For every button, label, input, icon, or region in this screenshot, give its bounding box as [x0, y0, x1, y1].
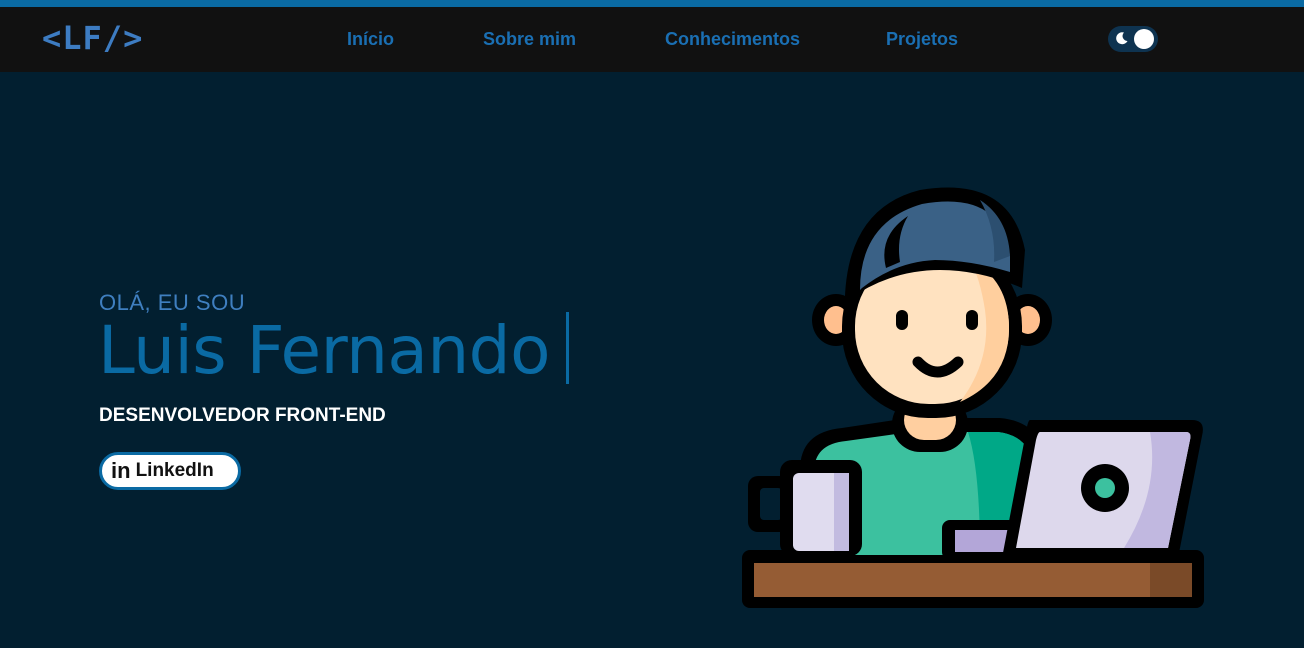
person-head [812, 187, 1052, 418]
toggle-knob [1134, 29, 1154, 49]
hero-role: DESENVOLVEDOR FRONT-END [99, 405, 386, 426]
developer-illustration [742, 187, 1204, 608]
top-accent-bar [0, 0, 1304, 7]
site-logo[interactable]: <LF/> [42, 19, 143, 57]
nav-link-projetos[interactable]: Projetos [886, 29, 958, 50]
moon-icon [1116, 32, 1128, 45]
navbar: <LF/> Início Sobre mim Conhecimentos Pro… [0, 7, 1304, 72]
typing-cursor [566, 312, 569, 384]
linkedin-button[interactable]: in LinkedIn [99, 452, 241, 490]
hero-name: Luis Fernando [98, 312, 550, 389]
theme-toggle[interactable] [1108, 26, 1158, 52]
nav-link-inicio[interactable]: Início [347, 29, 394, 50]
coffee-mug [748, 460, 862, 556]
linkedin-icon: in [111, 458, 131, 483]
nav-link-sobre-mim[interactable]: Sobre mim [483, 29, 576, 50]
linkedin-label: LinkedIn [135, 460, 214, 481]
nav-link-conhecimentos[interactable]: Conhecimentos [665, 29, 800, 50]
